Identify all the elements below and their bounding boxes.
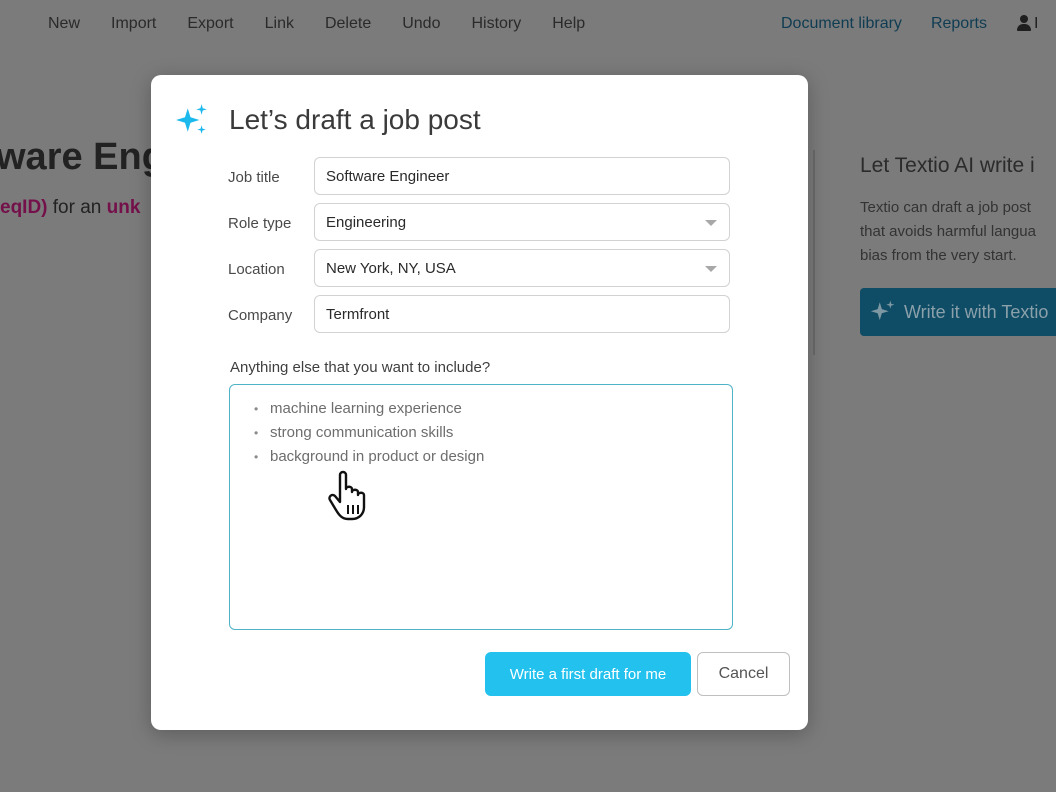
subtitle-text: for an: [47, 197, 107, 218]
list-item: • strong communication skills: [254, 424, 454, 441]
dialog-header: Let’s draft a job post: [175, 103, 481, 137]
company-value: Termfront: [326, 305, 390, 323]
location-label: Location: [228, 260, 285, 278]
cancel-button[interactable]: Cancel: [697, 652, 790, 696]
list-item-text: strong communication skills: [270, 424, 454, 441]
extra-details-label: Anything else that you want to include?: [230, 359, 491, 376]
user-icon[interactable]: [1016, 15, 1032, 33]
role-type-value: Engineering: [326, 213, 407, 231]
list-item-text: background in product or design: [270, 448, 485, 465]
document-library-link[interactable]: Document library: [781, 15, 902, 33]
sparkle-icon: [870, 300, 895, 321]
side-panel-line: that avoids harmful langua: [860, 223, 1036, 240]
job-title-value: Software Engineer: [326, 167, 450, 185]
company-input[interactable]: Termfront: [314, 295, 730, 333]
company-label: Company: [228, 306, 293, 324]
document-subtitle: eqID) for an unk: [0, 197, 140, 219]
write-with-textio-label: Write it with Textio: [904, 301, 1049, 322]
role-type-row: Role type Engineering: [228, 203, 732, 243]
menu-history[interactable]: History: [471, 15, 521, 33]
job-title-row: Job title Software Engineer: [228, 157, 732, 197]
menu-export[interactable]: Export: [187, 15, 233, 33]
sparkle-icon: [176, 104, 207, 134]
panel-divider: [813, 150, 815, 355]
list-item-text: machine learning experience: [270, 400, 462, 417]
document-title: ware Eng: [0, 136, 165, 178]
company-row: Company Termfront: [228, 295, 732, 335]
unknown-token: unk: [106, 197, 141, 218]
side-panel-text: Textio can draft a job post that avoids …: [860, 196, 1036, 268]
job-title-input[interactable]: Software Engineer: [314, 157, 730, 195]
menu-new[interactable]: New: [48, 15, 80, 33]
role-type-select[interactable]: Engineering: [314, 203, 730, 241]
extra-details-textarea[interactable]: • machine learning experience • strong com…: [229, 384, 733, 630]
draft-job-post-dialog: Let’s draft a job post Job title Softwar…: [151, 75, 808, 730]
side-panel-line: Textio can draft a job post: [860, 199, 1031, 216]
menu-help[interactable]: Help: [552, 15, 585, 33]
req-id-token: eqID): [0, 197, 48, 218]
side-panel-title: Let Textio AI write i: [860, 154, 1035, 177]
menu-import[interactable]: Import: [111, 15, 156, 33]
top-menu-bar: New Import Export Link Delete Undo Histo…: [0, 0, 1056, 50]
location-select[interactable]: New York, NY, USA: [314, 249, 730, 287]
dialog-title: Let’s draft a job post: [229, 104, 481, 135]
list-item: • background in product or design: [254, 448, 485, 465]
role-type-label: Role type: [228, 214, 292, 232]
location-value: New York, NY, USA: [326, 259, 456, 277]
top-nav-right: Document library Reports I: [781, 15, 1038, 33]
hand-pointer-icon: [328, 470, 366, 521]
menu-delete[interactable]: Delete: [325, 15, 371, 33]
list-item: • machine learning experience: [254, 400, 462, 417]
main-menu: New Import Export Link Delete Undo Histo…: [48, 15, 616, 33]
chevron-down-icon: [705, 220, 717, 226]
side-panel-line: bias from the very start.: [860, 247, 1017, 264]
job-title-label: Job title: [228, 168, 280, 186]
location-row: Location New York, NY, USA: [228, 249, 732, 289]
user-name[interactable]: I: [1034, 15, 1038, 33]
reports-link[interactable]: Reports: [931, 15, 987, 33]
write-first-draft-button[interactable]: Write a first draft for me: [485, 652, 691, 696]
chevron-down-icon: [705, 266, 717, 272]
menu-undo[interactable]: Undo: [402, 15, 440, 33]
write-with-textio-button[interactable]: Write it with Textio: [860, 288, 1056, 336]
menu-link[interactable]: Link: [265, 15, 294, 33]
